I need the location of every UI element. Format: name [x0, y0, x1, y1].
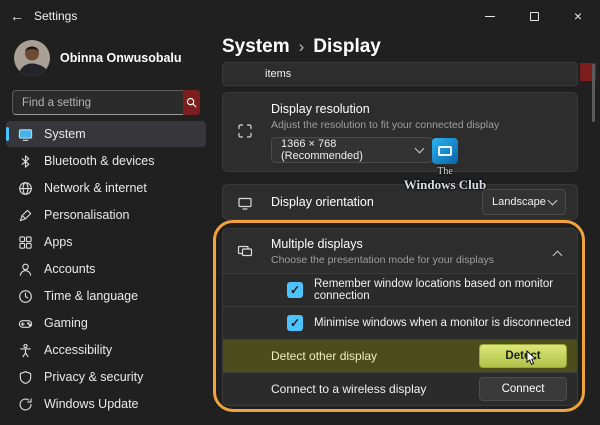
scale-layout-card-fragment: items: [222, 62, 578, 86]
connect-button[interactable]: Connect: [479, 377, 567, 401]
setting-subtitle: Adjust the resolution to fit your connec…: [271, 119, 500, 131]
orientation-dropdown[interactable]: Landscape: [482, 189, 566, 215]
sidebar-item-label: Network & internet: [44, 181, 147, 195]
update-arrows-icon: [17, 396, 33, 412]
sidebar-item-time-language[interactable]: Time & language: [6, 283, 206, 309]
resolution-value: 1366 × 768 (Recommended): [281, 138, 363, 162]
sidebar-nav: System Bluetooth & devices Network & int…: [0, 121, 212, 417]
apps-grid-icon: [17, 234, 33, 250]
checkbox-label: Minimise windows when a monitor is disco…: [314, 317, 571, 329]
multiple-displays-card: Multiple displays Choose the presentatio…: [222, 228, 578, 406]
sidebar-item-label: Time & language: [44, 289, 139, 303]
detect-other-display-row: Detect other display Detect: [223, 339, 577, 372]
back-arrow-icon: ←: [10, 8, 24, 24]
multi-display-icon: [237, 243, 253, 259]
titlebar: ← Settings ×: [0, 0, 600, 32]
sidebar: Obinna Onwusobalu System Bluetooth & dev…: [0, 32, 212, 425]
person-icon: [17, 261, 33, 277]
minimize-button[interactable]: [468, 0, 512, 32]
resolution-icon: [237, 123, 253, 139]
setting-title: Multiple displays: [271, 237, 363, 251]
scrollbar-thumb[interactable]: [592, 64, 595, 122]
shield-icon: [17, 369, 33, 385]
display-orientation-card: Display orientation Landscape: [222, 184, 578, 220]
minimise-windows-row: ✓ Minimise windows when a monitor is dis…: [223, 306, 577, 339]
paintbrush-icon: [17, 207, 33, 223]
breadcrumb: System › Display: [222, 36, 381, 58]
remember-window-locations-checkbox[interactable]: ✓: [287, 282, 303, 298]
sidebar-item-label: Accessibility: [44, 343, 113, 357]
sidebar-item-personalisation[interactable]: Personalisation: [6, 202, 206, 228]
window-title: Settings: [34, 9, 78, 23]
chevron-down-icon: [414, 143, 425, 154]
resolution-dropdown[interactable]: 1366 × 768 (Recommended): [271, 137, 433, 163]
gamepad-icon: [17, 315, 33, 331]
fragment-text: items: [265, 68, 292, 80]
sidebar-item-label: Apps: [44, 235, 73, 249]
check-icon: ✓: [289, 316, 301, 330]
connect-wireless-display-row: Connect to a wireless display Connect: [223, 372, 577, 405]
sidebar-item-bluetooth-devices[interactable]: Bluetooth & devices: [6, 148, 206, 174]
close-icon: ×: [573, 8, 583, 24]
orientation-icon: [237, 195, 253, 211]
maximize-icon: [529, 11, 539, 21]
maximize-button[interactable]: [512, 0, 556, 32]
setting-title: Display orientation: [271, 195, 374, 209]
action-label: Detect other display: [271, 349, 378, 363]
sidebar-item-label: Gaming: [44, 316, 88, 330]
search-icon[interactable]: [183, 90, 200, 115]
sidebar-item-privacy-security[interactable]: Privacy & security: [6, 364, 206, 390]
display-icon: [17, 126, 33, 142]
user-name: Obinna Onwusobalu: [60, 51, 182, 65]
back-button[interactable]: ←: [0, 0, 34, 32]
avatar: [14, 40, 50, 76]
sidebar-item-accounts[interactable]: Accounts: [6, 256, 206, 282]
display-resolution-card: Display resolution Adjust the resolution…: [222, 92, 578, 172]
sidebar-item-label: Personalisation: [44, 208, 130, 222]
search-box: [12, 90, 200, 115]
sidebar-item-label: Accounts: [44, 262, 96, 276]
setting-title: Display resolution: [271, 102, 370, 116]
clock-icon: [17, 288, 33, 304]
sidebar-item-label: Windows Update: [44, 397, 139, 411]
check-icon: ✓: [289, 283, 301, 297]
main-content: System › Display items Display resolutio…: [212, 32, 600, 425]
action-label: Connect to a wireless display: [271, 382, 427, 396]
window-controls: ×: [468, 0, 600, 32]
sidebar-item-label: Privacy & security: [44, 370, 144, 384]
minimize-icon: [485, 15, 495, 17]
detect-button[interactable]: Detect: [479, 344, 567, 368]
globe-icon: [17, 180, 33, 196]
breadcrumb-separator: ›: [298, 37, 305, 56]
accessibility-person-icon: [17, 342, 33, 358]
page-title: Display: [313, 36, 381, 57]
orientation-value: Landscape: [492, 196, 546, 208]
sidebar-item-apps[interactable]: Apps: [6, 229, 206, 255]
user-profile[interactable]: Obinna Onwusobalu: [0, 32, 212, 82]
sidebar-item-windows-update[interactable]: Windows Update: [6, 391, 206, 417]
checkbox-label: Remember window locations based on monit…: [314, 278, 554, 302]
bluetooth-icon: [17, 153, 33, 169]
sidebar-item-gaming[interactable]: Gaming: [6, 310, 206, 336]
sidebar-item-accessibility[interactable]: Accessibility: [6, 337, 206, 363]
sidebar-item-system[interactable]: System: [6, 121, 206, 147]
multiple-displays-header[interactable]: Multiple displays Choose the presentatio…: [223, 229, 577, 273]
setting-subtitle: Choose the presentation mode for your di…: [271, 254, 494, 266]
chevron-down-icon: [547, 195, 558, 206]
sidebar-item-label: System: [44, 127, 86, 141]
chevron-up-icon[interactable]: [552, 250, 563, 261]
sidebar-item-network-internet[interactable]: Network & internet: [6, 175, 206, 201]
search-input[interactable]: [12, 90, 200, 115]
sidebar-item-label: Bluetooth & devices: [44, 154, 155, 168]
minimise-windows-checkbox[interactable]: ✓: [287, 315, 303, 331]
breadcrumb-root[interactable]: System: [222, 36, 290, 58]
settings-window: ← Settings × Obinna Onwusobalu Find a se…: [0, 0, 600, 425]
remember-window-locations-row: ✓ Remember window locations based on mon…: [223, 273, 577, 306]
close-button[interactable]: ×: [556, 0, 600, 32]
